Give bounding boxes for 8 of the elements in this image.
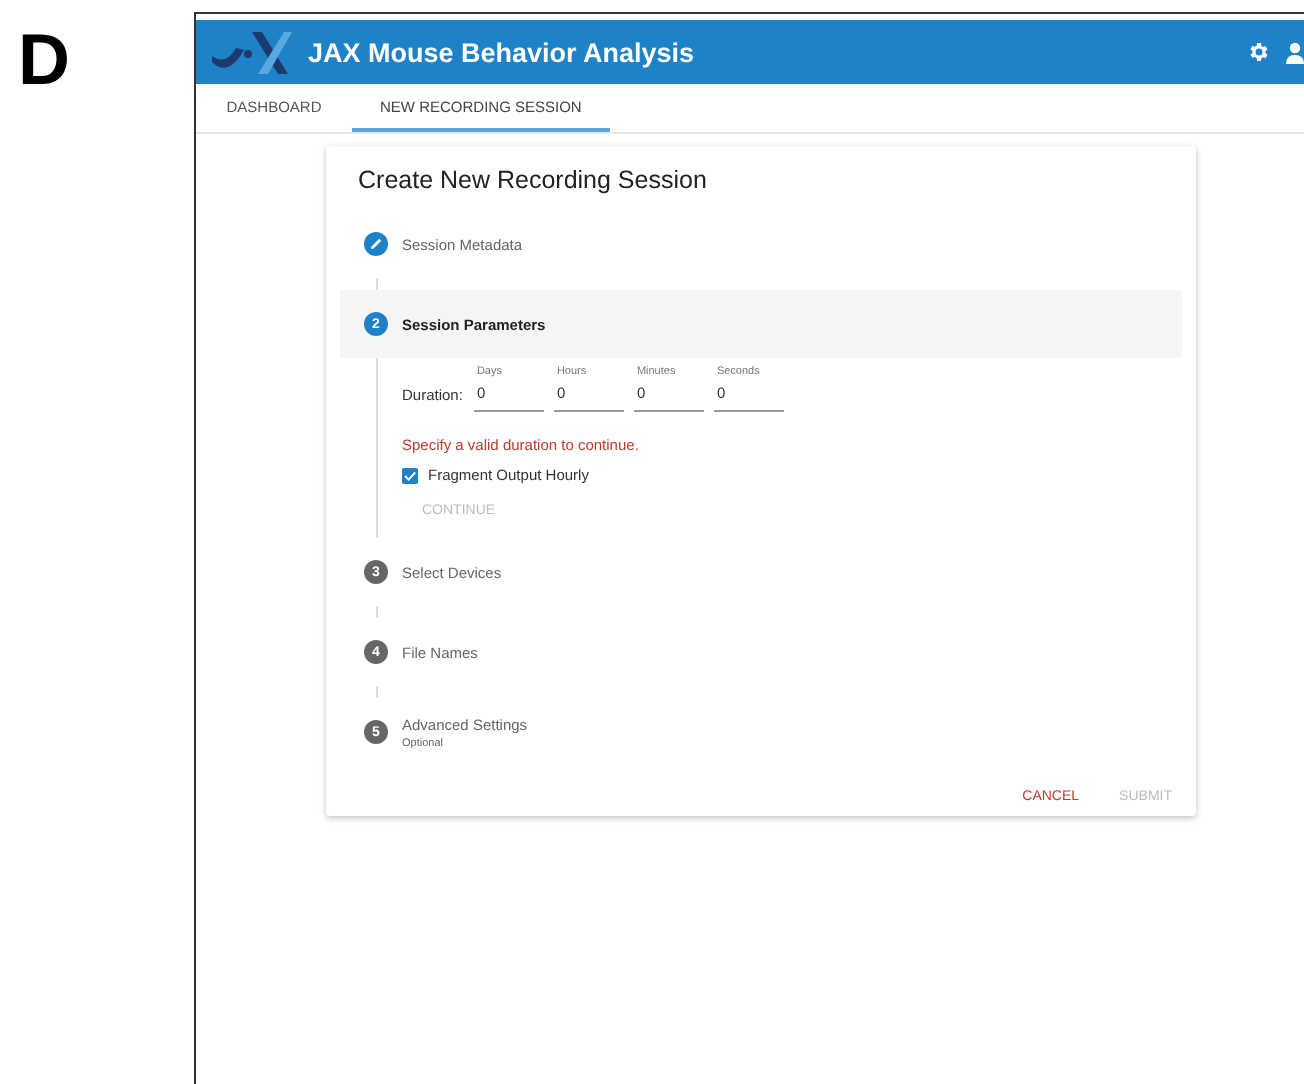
account-icon[interactable] [1286,41,1304,63]
card-title: Create New Recording Session [356,164,709,198]
app-title: JAX Mouse Behavior Analysis [308,37,697,67]
panel-label: D [16,16,72,104]
settings-icon[interactable] [1246,40,1270,64]
checkbox[interactable] [402,467,418,483]
logo-icon [208,26,296,78]
edit-icon [364,232,388,256]
